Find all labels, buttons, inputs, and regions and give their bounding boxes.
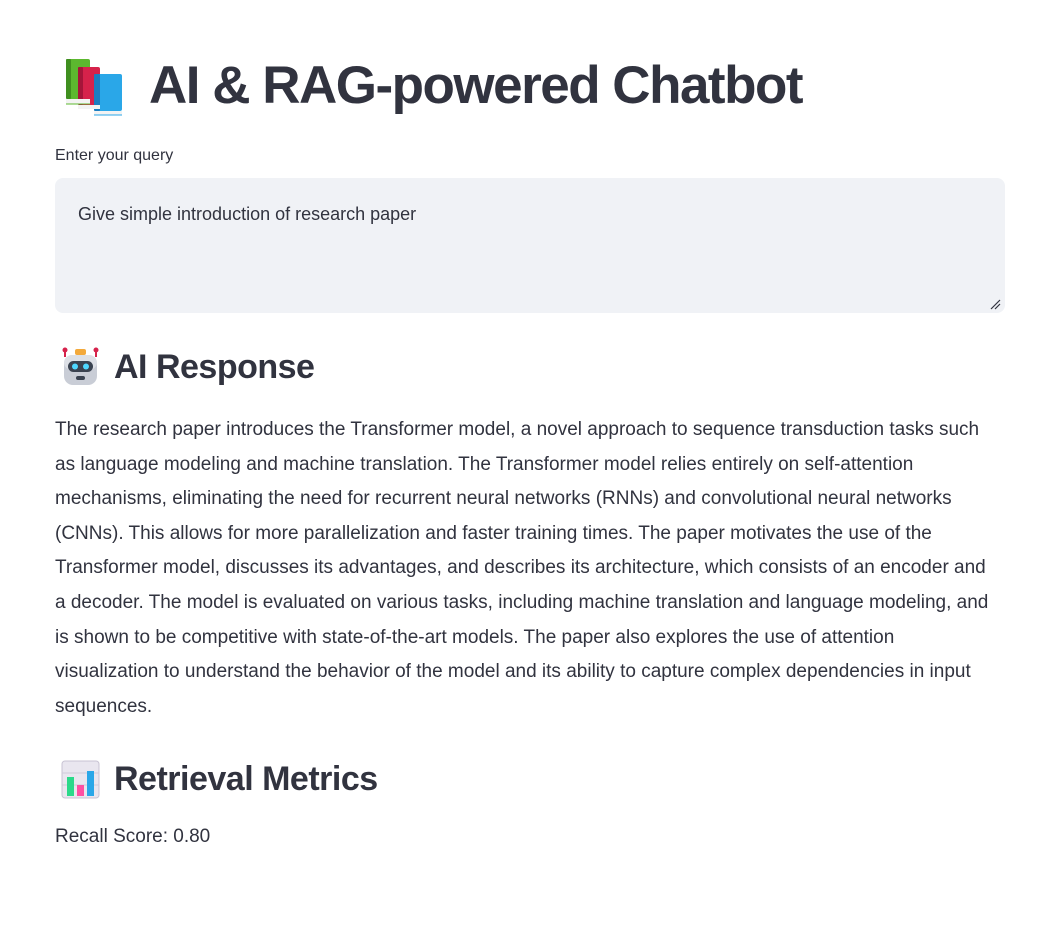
response-title: AI Response xyxy=(114,348,315,386)
response-text: The research paper introduces the Transf… xyxy=(55,419,989,717)
recall-score: Recall Score: 0.80 xyxy=(55,826,211,847)
query-input-value[interactable]: Give simple introduction of research pap… xyxy=(78,204,416,225)
page-header: AI & RAG-powered Chatbot xyxy=(63,52,803,118)
robot-icon xyxy=(62,347,99,385)
query-label: Enter your query xyxy=(55,147,174,164)
metrics-title: Retrieval Metrics xyxy=(114,760,378,798)
bar-chart-icon xyxy=(61,760,100,799)
query-textarea[interactable]: Give simple introduction of research pap… xyxy=(55,178,1005,313)
page-title: AI & RAG-powered Chatbot xyxy=(149,55,803,115)
resize-handle-icon[interactable] xyxy=(990,299,1001,310)
metrics-heading: Retrieval Metrics xyxy=(60,759,378,800)
response-heading: AI Response xyxy=(60,347,315,388)
books-icon xyxy=(66,59,122,116)
